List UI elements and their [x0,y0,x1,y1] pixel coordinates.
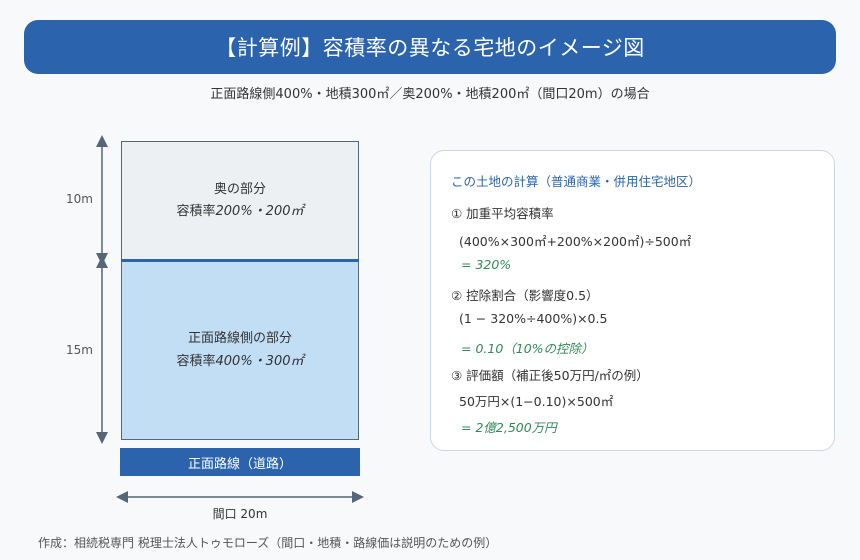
step3-formula: 50万円×(1−0.10)×500㎡ [459,394,614,409]
footer-credit: 作成：相続税専門 税理士法人トゥモローズ（間口・地積・路線価は説明のための例） [38,536,498,550]
front-area: 正面路線側の部分 容積率400%・300㎡ [121,262,359,440]
back-area: 奥の部分 容積率200%・200㎡ [121,141,359,260]
step1-result: = 320% [461,257,512,272]
step2-title: ② 控除割合（影響度0.5） [451,288,599,303]
step1-formula: (400%×300㎡+200%×200㎡)÷500㎡ [459,234,692,249]
step1-title: ① 加重平均容積率 [451,206,554,221]
calculation-panel: この土地の計算（普通商業・併用住宅地区） ① 加重平均容積率 (400%×300… [430,150,835,451]
road-label: 正面路線（道路） [187,456,292,472]
front-depth-label: 15m [66,343,93,357]
back-area-ratio: 容積率200%・200㎡ [176,204,304,219]
step2-result: = 0.10（10%の控除） [461,341,594,356]
step2-formula: (1 − 320%÷400%)×0.5 [459,311,608,326]
frontage-label: 間口 20m [212,507,268,521]
road-bar: 正面路線（道路） [120,448,360,476]
step3-title: ③ 評価額（補正後50万円/㎡の例） [451,368,649,383]
back-depth-label: 10m [66,192,93,206]
calc-heading: この土地の計算（普通商業・併用住宅地区） [451,174,702,189]
front-area-ratio: 容積率400%・300㎡ [176,353,304,369]
front-area-name: 正面路線側の部分 [187,331,292,347]
step3-result: = 2億2,500万円 [461,420,557,435]
back-area-name: 奥の部分 [213,181,266,197]
